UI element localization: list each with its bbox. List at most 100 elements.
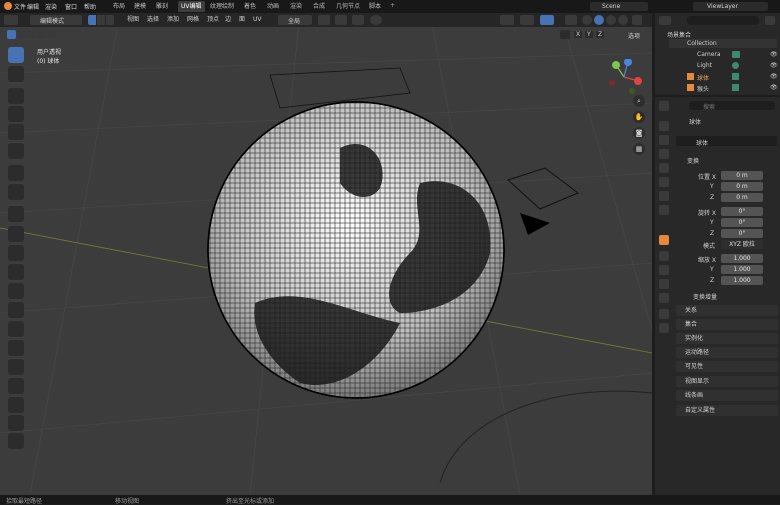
section-line-art[interactable]: 线条画 (676, 390, 778, 401)
menu-mesh[interactable]: 网格 (187, 15, 199, 25)
location-y-field[interactable]: 0 m (721, 182, 763, 191)
eye-icon[interactable]: 👁 (770, 51, 778, 58)
outliner-editor-type-icon[interactable] (659, 16, 671, 25)
menu-file[interactable]: 文件 (14, 2, 26, 11)
shading-options-icon[interactable] (632, 15, 642, 25)
pan-hand-icon[interactable]: ✋ (633, 111, 645, 123)
section-viewport-display[interactable]: 视图显示 (676, 376, 778, 387)
smooth-tool-icon[interactable] (8, 359, 24, 375)
shading-rendered-icon[interactable] (618, 15, 628, 25)
menu-add[interactable]: 添加 (167, 15, 179, 25)
tool-properties-tab-icon[interactable] (659, 121, 669, 131)
constraints-properties-tab-icon[interactable] (659, 293, 669, 303)
rotation-mode-dropdown[interactable]: XYZ 欧拉 (721, 240, 763, 249)
section-collections[interactable]: 集合 (676, 319, 778, 330)
face-select-mode-button[interactable] (106, 15, 114, 25)
physics-properties-tab-icon[interactable] (659, 279, 669, 289)
annotate-tool-icon[interactable] (8, 165, 24, 181)
mode-selector[interactable]: 编辑模式 (30, 15, 82, 25)
scene-selector[interactable]: Scene (590, 2, 648, 11)
mirror-axis-icon[interactable] (560, 30, 570, 39)
camera-view-icon[interactable]: ◙ (633, 127, 645, 139)
select-box-tool-icon[interactable] (8, 47, 24, 63)
options-dropdown[interactable]: 选项 (628, 31, 640, 40)
workspace-tab-geometry-nodes[interactable]: 几何节点 (333, 1, 363, 12)
select-intersect-icon[interactable] (47, 30, 56, 39)
menu-uv[interactable]: UV (253, 15, 262, 25)
outliner-search-field[interactable] (687, 16, 759, 25)
rip-region-tool-icon[interactable] (8, 433, 24, 449)
menu-help[interactable]: 帮助 (84, 2, 96, 11)
knife-tool-icon[interactable] (8, 302, 24, 318)
cursor-tool-icon[interactable] (8, 66, 24, 82)
particle-properties-tab-icon[interactable] (659, 265, 669, 275)
transform-tool-icon[interactable] (8, 143, 24, 159)
menu-view[interactable]: 视图 (127, 15, 139, 25)
properties-search-field[interactable]: 搜索 (689, 101, 775, 111)
pivot-point-icon[interactable] (318, 15, 330, 25)
workspace-tab-texture-paint[interactable]: 纹理绘制 (207, 1, 237, 12)
scale-x-field[interactable]: 1.000 (721, 254, 763, 263)
transform-section-header[interactable]: 变换 (687, 156, 699, 165)
outliner-filter-icon[interactable] (765, 16, 775, 25)
proportional-edit-icon[interactable] (352, 15, 364, 25)
add-cube-tool-icon[interactable] (8, 206, 24, 222)
world-properties-tab-icon[interactable] (659, 191, 669, 201)
object-properties-tab-icon[interactable] (659, 235, 669, 245)
loop-cut-tool-icon[interactable] (8, 283, 24, 299)
eye-icon[interactable]: 👁 (770, 84, 778, 91)
collection-properties-tab-icon[interactable] (659, 205, 669, 215)
section-custom-properties[interactable]: 自定义属性 (676, 405, 778, 416)
scale-y-field[interactable]: 1.000 (721, 265, 763, 274)
props-editor-type-icon[interactable] (659, 101, 669, 111)
mirror-y-toggle[interactable]: Y (585, 31, 593, 38)
select-subtract-icon[interactable] (27, 30, 36, 39)
section-visibility[interactable]: 可见性 (676, 361, 778, 372)
rotate-tool-icon[interactable] (8, 106, 24, 122)
outliner-item-sphere[interactable]: 球体 👁 (677, 72, 778, 82)
section-motion-paths[interactable]: 运动路径 (676, 347, 778, 358)
section-relations[interactable]: 关系 (676, 305, 778, 316)
blender-logo-icon[interactable] (4, 2, 12, 10)
workspace-tab-animation[interactable]: 动画 (264, 1, 282, 12)
overlay-toggle-icon[interactable] (370, 15, 382, 25)
location-x-field[interactable]: 0 m (721, 171, 763, 180)
shear-tool-icon[interactable] (8, 415, 24, 431)
delta-transform-header[interactable]: 变换增量 (693, 292, 717, 301)
menu-edge[interactable]: 边 (225, 15, 231, 25)
inset-tool-icon[interactable] (8, 245, 24, 261)
transform-orientation-selector[interactable]: 全局 (278, 15, 312, 25)
poly-build-tool-icon[interactable] (8, 321, 24, 337)
workspace-tab-layout[interactable]: 布局 (110, 1, 128, 12)
view-layer-properties-tab-icon[interactable] (659, 163, 669, 173)
render-properties-tab-icon[interactable] (659, 135, 669, 145)
xray-toggle-icon[interactable] (565, 15, 577, 25)
scale-tool-icon[interactable] (8, 124, 24, 140)
section-instancing[interactable]: 实例化 (676, 333, 778, 344)
select-new-icon[interactable] (7, 30, 16, 39)
shrink-fatten-tool-icon[interactable] (8, 397, 24, 413)
eye-icon[interactable]: 👁 (770, 73, 778, 80)
menu-select[interactable]: 选择 (147, 15, 159, 25)
workspace-tab-shading[interactable]: 着色 (241, 1, 259, 12)
zoom-icon[interactable]: ⌕ (633, 95, 645, 107)
workspace-tab-compositing[interactable]: 合成 (310, 1, 328, 12)
move-tool-icon[interactable] (8, 88, 24, 104)
rotation-z-field[interactable]: 0° (721, 229, 763, 238)
rotation-y-field[interactable]: 0° (721, 218, 763, 227)
3d-viewport[interactable]: 用户透视 (0) 球体 ⌕ ✋ ◙ ▦ (0, 13, 652, 495)
modifier-properties-tab-icon[interactable] (659, 251, 669, 261)
measure-tool-icon[interactable] (8, 184, 24, 200)
edge-slide-tool-icon[interactable] (8, 378, 24, 394)
snap-icon[interactable] (335, 15, 347, 25)
data-properties-tab-icon[interactable] (659, 309, 669, 319)
menu-face[interactable]: 面 (239, 15, 245, 25)
collection-row[interactable]: Collection (669, 39, 777, 48)
select-extend-icon[interactable] (17, 30, 26, 39)
sphere-mesh[interactable] (207, 101, 505, 399)
menu-edit[interactable]: 编辑 (27, 2, 39, 11)
vertex-select-mode-button[interactable] (88, 15, 96, 25)
rotation-x-field[interactable]: 0° (721, 207, 763, 216)
shading-solid-icon[interactable] (594, 15, 604, 25)
mirror-x-toggle[interactable]: X (574, 31, 583, 38)
